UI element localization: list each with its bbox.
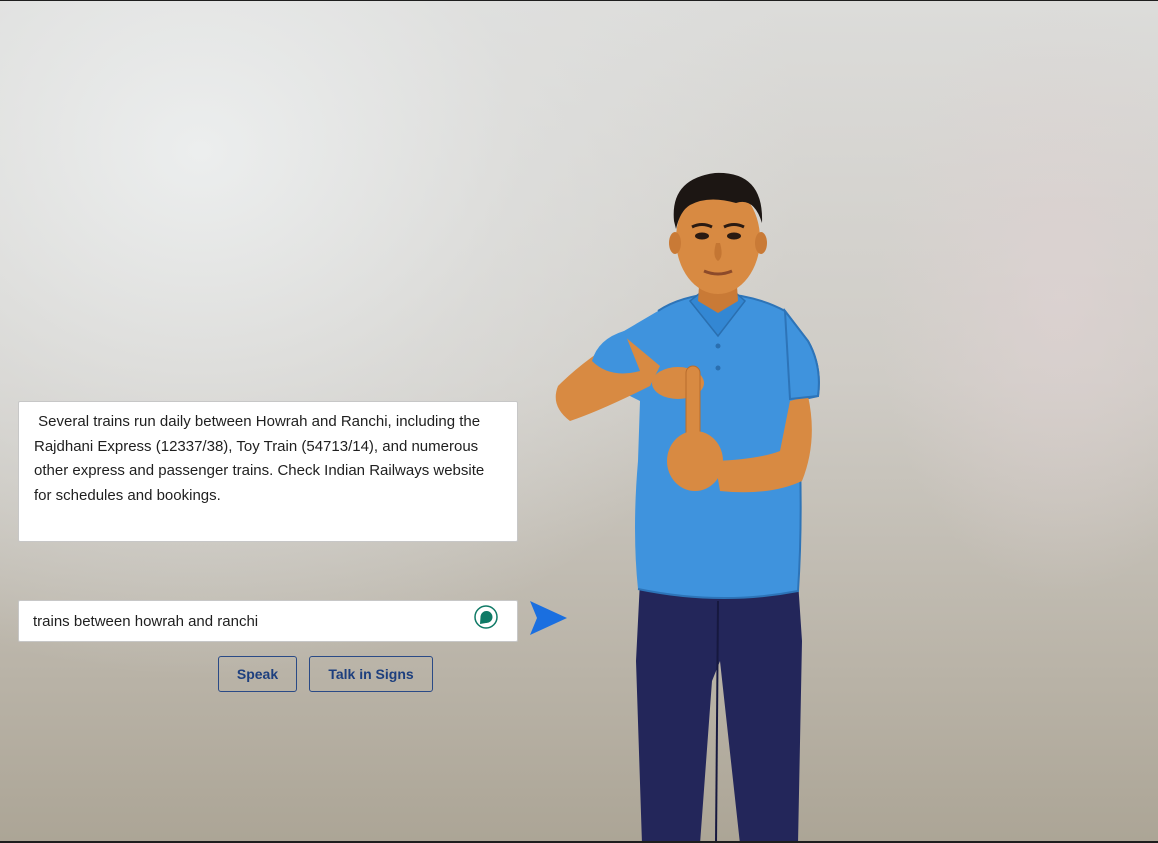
sign-language-stage: Several trains run daily between Howrah … — [0, 0, 1158, 843]
avatar-pants — [636, 581, 802, 841]
talk-in-signs-button[interactable]: Talk in Signs — [309, 656, 433, 692]
avatar-hand-lower — [667, 431, 723, 491]
query-input-container — [18, 600, 518, 642]
speech-bubble-icon[interactable] — [474, 605, 498, 629]
sign-language-avatar — [555, 172, 820, 841]
send-button[interactable] — [528, 600, 568, 636]
response-text-box: Several trains run daily between Howrah … — [18, 401, 518, 542]
query-input[interactable] — [19, 601, 483, 641]
speak-button[interactable]: Speak — [218, 656, 297, 692]
send-arrow-icon — [530, 601, 567, 635]
